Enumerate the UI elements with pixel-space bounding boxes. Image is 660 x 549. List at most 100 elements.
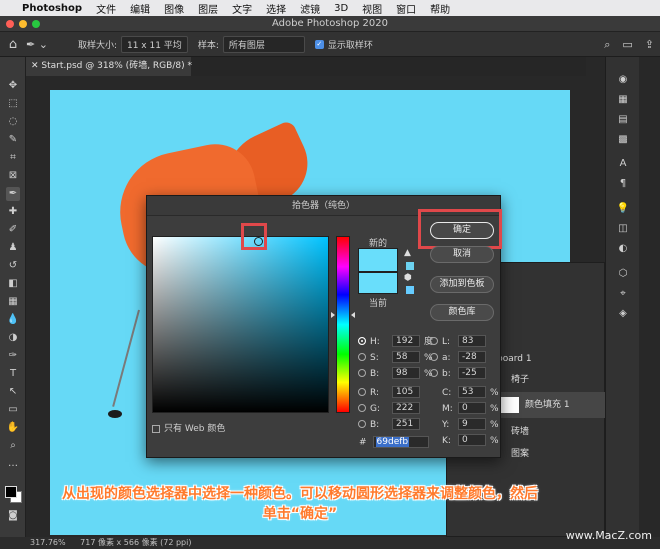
document-info[interactable]: 717 像素 x 566 像素 (72 ppi) (80, 538, 191, 547)
move-tool-icon[interactable]: ✥ (6, 79, 20, 93)
brightness-radio[interactable] (358, 369, 366, 377)
adjustments-panel-icon[interactable]: ◐ (616, 242, 630, 256)
hue-input[interactable]: 192 (392, 335, 420, 347)
sample-select[interactable]: 所有图层 (222, 35, 305, 53)
menu-3d[interactable]: 3D (334, 3, 348, 14)
web-only-checkbox[interactable] (152, 424, 160, 433)
crop-tool-icon[interactable]: ⌗ (6, 151, 20, 165)
green-input[interactable]: 222 (392, 402, 420, 414)
brightness-input[interactable]: 98 (392, 367, 420, 379)
document-tab[interactable]: ✕ Start.psd @ 318% (砖墙, RGB/8) * (26, 57, 192, 76)
red-input[interactable]: 105 (392, 386, 420, 398)
layer-artboard[interactable]: board 1 (497, 348, 605, 370)
channels-panel-icon[interactable]: ⬡ (616, 267, 630, 281)
menu-layer[interactable]: 图层 (198, 1, 218, 16)
magenta-input[interactable]: 0 (458, 402, 486, 414)
cancel-button[interactable]: 取消 (430, 246, 494, 263)
blue-radio[interactable] (358, 420, 366, 428)
stamp-tool-icon[interactable]: ♟ (6, 241, 20, 255)
yellow-input[interactable]: 9 (458, 418, 486, 430)
layer-color-fill[interactable]: 颜色填充 1 (497, 392, 605, 418)
menu-view[interactable]: 视图 (362, 1, 382, 16)
add-to-swatches-button[interactable]: 添加到色板 (430, 276, 494, 293)
libraries-panel-icon[interactable]: ◫ (616, 222, 630, 236)
shape-tool-icon[interactable]: ▭ (6, 403, 20, 417)
paragraph-panel-icon[interactable]: ¶ (616, 177, 630, 191)
zoom-icon[interactable] (32, 20, 40, 28)
patterns-panel-icon[interactable]: ▩ (616, 133, 630, 147)
current-color-swatch[interactable] (358, 272, 398, 294)
eyedropper-tool-icon[interactable]: ✒ (6, 187, 20, 201)
character-panel-icon[interactable]: A (616, 157, 630, 171)
share-icon[interactable]: ⇪ (645, 38, 654, 52)
healing-tool-icon[interactable]: ✚ (6, 205, 20, 219)
pen-tool-icon[interactable]: ✑ (6, 349, 20, 363)
hue-slider[interactable] (336, 236, 350, 413)
menu-image[interactable]: 图像 (164, 1, 184, 16)
red-radio[interactable] (358, 388, 366, 396)
hue-slider-handle-right[interactable] (351, 312, 355, 318)
eraser-tool-icon[interactable]: ◧ (6, 277, 20, 291)
lab-a-radio[interactable] (430, 353, 438, 361)
menu-select[interactable]: 选择 (266, 1, 286, 16)
gradients-panel-icon[interactable]: ▤ (616, 113, 630, 127)
saturation-input[interactable]: 58 (392, 351, 420, 363)
home-icon[interactable]: ⌂ (0, 37, 26, 52)
lab-l-radio[interactable] (430, 337, 438, 345)
lasso-tool-icon[interactable]: ◌ (6, 115, 20, 129)
eyedropper-preset-icon[interactable]: ✒ ⌄ (26, 38, 48, 51)
green-radio[interactable] (358, 404, 366, 412)
lab-a-input[interactable]: -28 (458, 351, 486, 363)
cyan-input[interactable]: 53 (458, 386, 486, 398)
zoom-level[interactable]: 317.76% (30, 538, 66, 547)
menu-app-name[interactable]: Photoshop (22, 3, 82, 14)
search-icon[interactable]: ⌕ (604, 38, 610, 52)
blur-tool-icon[interactable]: 💧 (6, 313, 20, 327)
blue-input[interactable]: 251 (392, 418, 420, 430)
lab-l-input[interactable]: 83 (458, 335, 486, 347)
layer-chair[interactable]: 椅子 (497, 369, 605, 391)
frame-tool-icon[interactable]: ⊠ (6, 169, 20, 183)
type-tool-icon[interactable]: T (6, 367, 20, 381)
path-select-icon[interactable]: ↖ (6, 385, 20, 399)
minimize-icon[interactable] (19, 20, 27, 28)
layer-pattern[interactable]: 图案 (497, 443, 605, 465)
hand-tool-icon[interactable]: ✋ (6, 421, 20, 435)
color-libraries-button[interactable]: 颜色库 (430, 304, 494, 321)
paths-panel-icon[interactable]: ⌖ (616, 287, 630, 301)
menu-file[interactable]: 文件 (96, 1, 116, 16)
quick-select-tool-icon[interactable]: ✎ (6, 133, 20, 147)
menu-window[interactable]: 窗口 (396, 1, 416, 16)
gradient-tool-icon[interactable]: ▦ (6, 295, 20, 309)
dodge-tool-icon[interactable]: ◑ (6, 331, 20, 345)
hex-input[interactable]: 69defb (372, 436, 429, 448)
swatches-panel-icon[interactable]: ▦ (616, 93, 630, 107)
learn-panel-icon[interactable]: 💡 (616, 202, 630, 216)
layer-brick[interactable]: 砖墙 (497, 421, 605, 443)
menu-help[interactable]: 帮助 (430, 1, 450, 16)
sample-size-select[interactable]: 11 x 11 平均 (120, 35, 188, 53)
menu-type[interactable]: 文字 (232, 1, 252, 16)
brush-tool-icon[interactable]: ✐ (6, 223, 20, 237)
web-safe-cube-icon[interactable]: ⬢ (404, 273, 412, 283)
close-icon[interactable] (6, 20, 14, 28)
show-ring-checkbox[interactable]: ✓ (314, 39, 324, 49)
saturation-brightness-field[interactable] (152, 236, 329, 413)
more-tools-icon[interactable]: … (6, 457, 20, 471)
web-safe-color-chip[interactable] (406, 286, 414, 294)
saturation-radio[interactable] (358, 353, 366, 361)
hue-slider-handle-left[interactable] (331, 312, 335, 318)
layers-panel-icon[interactable]: ◈ (616, 307, 630, 321)
lab-b-input[interactable]: -25 (458, 367, 486, 379)
gamut-warning-icon[interactable]: ▲ (404, 248, 411, 258)
menu-edit[interactable]: 编辑 (130, 1, 150, 16)
marquee-tool-icon[interactable]: ⬚ (6, 97, 20, 111)
history-brush-icon[interactable]: ↺ (6, 259, 20, 273)
lab-b-radio[interactable] (430, 369, 438, 377)
tab-close-icon[interactable]: ✕ (31, 61, 41, 71)
color-panel-icon[interactable]: ◉ (616, 73, 630, 87)
hue-radio[interactable] (358, 337, 366, 345)
gamut-color-chip[interactable] (406, 262, 414, 270)
black-input[interactable]: 0 (458, 434, 486, 446)
zoom-tool-icon[interactable]: ⌕ (6, 439, 20, 453)
